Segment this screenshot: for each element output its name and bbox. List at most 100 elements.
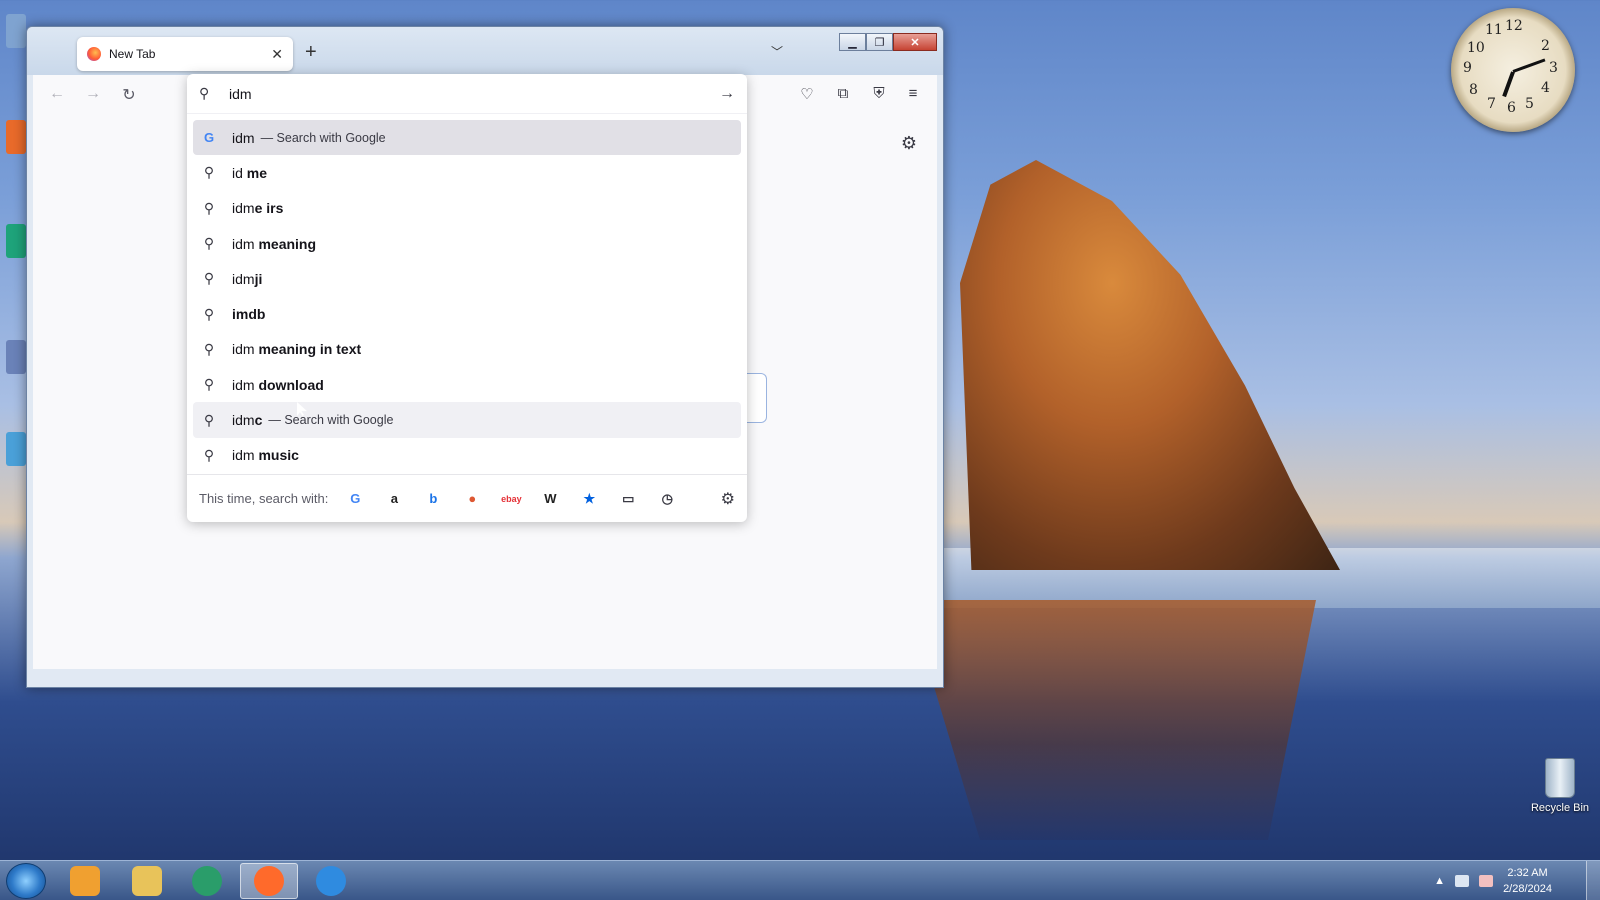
- suggestion-search-with-google[interactable]: G idm — Search with Google: [193, 120, 741, 156]
- clock-gadget: 12 2 3 4 5 6 7 8 9 10 11: [1451, 8, 1575, 132]
- suggestion-item[interactable]: ⚲ idm music: [193, 438, 741, 473]
- recycle-bin-label: Recycle Bin: [1530, 802, 1590, 814]
- desktop-icon-computer[interactable]: [6, 14, 26, 48]
- suggestion-text: idm download: [232, 376, 324, 393]
- search-icon: ⚲: [203, 164, 215, 181]
- pocket-icon[interactable]: ♡: [797, 85, 817, 103]
- network-icon[interactable]: [1455, 875, 1470, 887]
- go-arrow-icon[interactable]: →: [719, 85, 735, 103]
- back-arrow-icon[interactable]: ←: [47, 85, 67, 103]
- suggestion-item-hovered[interactable]: ⚲ idmc — Search with Google: [193, 402, 741, 438]
- firefox-glyph: [254, 866, 284, 896]
- desktop-icons-strip: [0, 0, 26, 620]
- one-off-label: This time, search with:: [199, 491, 329, 506]
- ublock-shield-icon[interactable]: ⛨: [869, 85, 889, 102]
- title-bar: New Tab ✕ + ﹀ ▁ ❐ ✕: [27, 27, 943, 75]
- list-all-tabs-chevron-icon[interactable]: ﹀: [771, 43, 783, 60]
- duckduckgo-engine-icon[interactable]: ●: [459, 486, 485, 512]
- suggestion-text: idmc: [232, 412, 263, 429]
- close-tab-icon[interactable]: ✕: [271, 46, 283, 63]
- system-tray: ▲ 2:32 AM 2/28/2024: [1434, 861, 1600, 900]
- suggestion-item[interactable]: ⚲ idm meaning: [193, 226, 741, 261]
- search-icon: ⚲: [203, 235, 215, 252]
- search-settings-gear-icon[interactable]: ⚙: [721, 489, 735, 509]
- google-icon: G: [203, 130, 215, 146]
- tray-time: 2:32 AM: [1507, 867, 1548, 879]
- restore-button[interactable]: ❐: [866, 33, 893, 51]
- customize-gear-icon[interactable]: ⚙: [901, 133, 917, 154]
- urlbar-popup: ⚲ → G idm — Search with Google ⚲ id me ⚲…: [187, 74, 747, 522]
- bookmarks-icon[interactable]: ★: [576, 486, 602, 512]
- show-hidden-icons-arrow-icon[interactable]: ▲: [1434, 875, 1445, 887]
- suggestion-query: idm: [232, 129, 255, 146]
- start-button[interactable]: [6, 863, 46, 899]
- suggestion-text: idm meaning: [232, 235, 317, 252]
- suggestion-text: id me: [232, 164, 268, 181]
- urlbar-input[interactable]: [229, 85, 719, 102]
- suggestion-list: G idm — Search with Google ⚲ id me ⚲ idm…: [193, 120, 741, 473]
- new-tab-plus-icon[interactable]: +: [305, 41, 317, 64]
- suggestion-item[interactable]: ⚲ id me: [193, 155, 741, 190]
- history-icon[interactable]: ◷: [654, 486, 680, 512]
- google-engine-icon[interactable]: G: [342, 486, 368, 512]
- desktop-icon-visual[interactable]: [6, 340, 26, 374]
- file-explorer-taskbar-icon[interactable]: [118, 863, 176, 899]
- suggestion-item[interactable]: ⚲ idm download: [193, 367, 741, 402]
- tray-date: 2/28/2024: [1503, 883, 1552, 895]
- suggestion-text: idmji: [232, 270, 263, 287]
- firefox-tab-icon: [87, 47, 101, 61]
- suggestion-item[interactable]: ⚲ imdb: [193, 296, 741, 331]
- one-off-search-bar: This time, search with: Ga b ● ebay W ★ ▭ ◷ ⚙: [187, 474, 747, 522]
- taskbar: ▲ 2:32 AM 2/28/2024: [0, 860, 1600, 900]
- ebay-engine-icon[interactable]: ebay: [498, 486, 524, 512]
- close-window-button[interactable]: ✕: [893, 33, 937, 51]
- tray-clock[interactable]: 2:32 AM 2/28/2024: [1503, 865, 1552, 897]
- show-desktop-button[interactable]: [1586, 861, 1600, 900]
- suggestion-item[interactable]: ⚲ idmji: [193, 261, 741, 296]
- volume-muted-icon[interactable]: [1479, 875, 1494, 887]
- window-controls: ▁ ❐ ✕: [839, 33, 937, 51]
- engine-list: Ga b ● ebay W ★ ▭ ◷: [342, 486, 693, 512]
- internet-explorer-taskbar-icon[interactable]: [302, 863, 360, 899]
- search-icon: ⚲: [203, 199, 215, 216]
- file-explorer-glyph: [132, 866, 162, 896]
- hamburger-menu-icon[interactable]: ≡: [903, 85, 923, 102]
- forward-arrow-icon[interactable]: →: [83, 85, 103, 103]
- urlbar: ⚲ →: [187, 74, 747, 114]
- search-icon: ⚲: [203, 340, 215, 357]
- suggestion-text: idm meaning in text: [232, 341, 362, 358]
- extensions-icon[interactable]: ⧉: [833, 85, 853, 102]
- search-icon: ⚲: [203, 305, 215, 322]
- suggestion-text: idme irs: [232, 200, 284, 217]
- tab-title: New Tab: [109, 47, 156, 61]
- suggestion-action: — Search with Google: [260, 130, 386, 145]
- firefox-taskbar-icon[interactable]: [240, 863, 298, 899]
- search-icon: ⚲: [203, 376, 215, 393]
- tabs-icon[interactable]: ▭: [615, 486, 641, 512]
- internet-explorer-glyph: [316, 866, 346, 896]
- recycle-bin[interactable]: Recycle Bin: [1522, 758, 1598, 814]
- messenger-glyph: [192, 866, 222, 896]
- suggestion-text: imdb: [232, 306, 266, 323]
- messenger-taskbar-icon[interactable]: [178, 863, 236, 899]
- media-player-taskbar-icon[interactable]: [56, 863, 114, 899]
- desktop-icon-firefox[interactable]: [6, 120, 26, 154]
- tab-new-tab[interactable]: New Tab ✕: [77, 37, 293, 71]
- media-player-glyph: [70, 866, 100, 896]
- desktop-wallpaper-rock: [960, 160, 1340, 570]
- desktop-icon-support[interactable]: [6, 224, 26, 258]
- bing-engine-icon[interactable]: b: [420, 486, 446, 512]
- search-icon: ⚲: [203, 411, 215, 428]
- search-icon: ⚲: [203, 446, 215, 463]
- suggestion-action: — Search with Google: [268, 413, 394, 428]
- search-icon: ⚲: [203, 270, 215, 287]
- desktop-icon-control[interactable]: [6, 432, 26, 466]
- suggestion-item[interactable]: ⚲ idm meaning in text: [193, 332, 741, 367]
- search-icon: ⚲: [199, 85, 210, 101]
- amazon-engine-icon[interactable]: a: [381, 486, 407, 512]
- suggestion-text: idm music: [232, 447, 299, 464]
- reload-icon[interactable]: ↻: [119, 85, 139, 105]
- wikipedia-engine-icon[interactable]: W: [537, 486, 563, 512]
- suggestion-item[interactable]: ⚲ idme irs: [193, 191, 741, 226]
- minimize-button[interactable]: ▁: [839, 33, 866, 51]
